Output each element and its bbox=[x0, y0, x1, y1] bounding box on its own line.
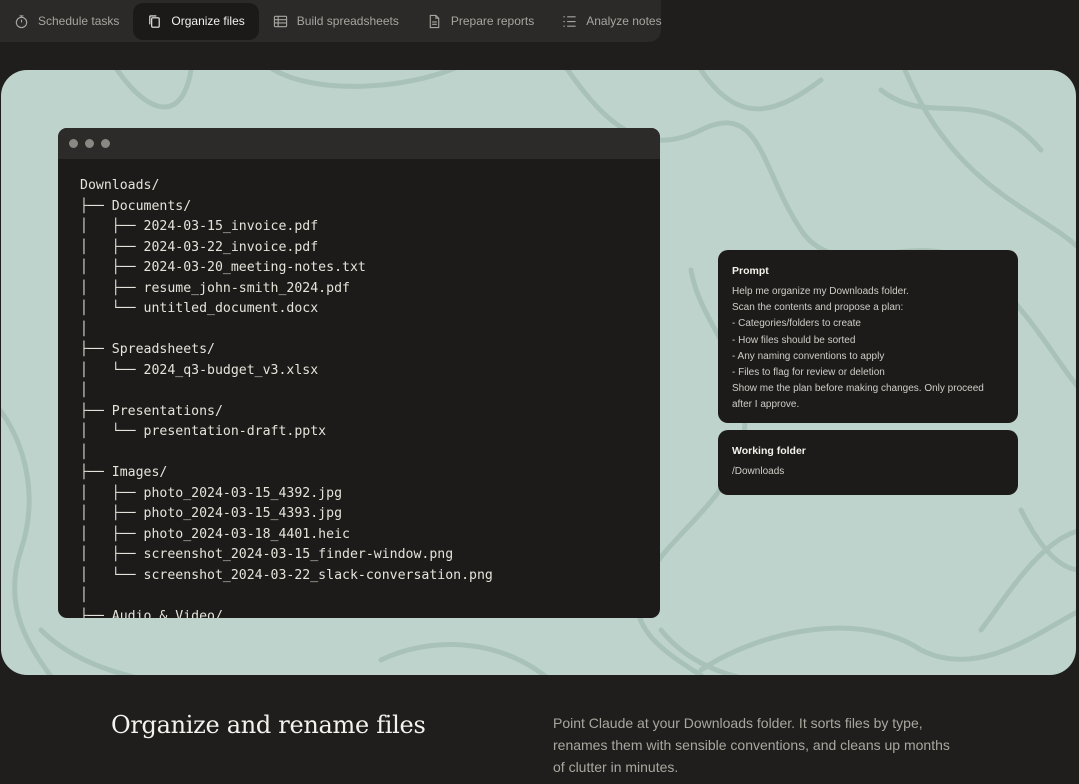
tab-build-spreadsheets[interactable]: Build spreadsheets bbox=[259, 3, 413, 40]
window-dot-icon bbox=[69, 139, 78, 148]
file-tree-line: │ └── presentation-draft.pptx bbox=[80, 424, 327, 439]
file-tree-line: │ bbox=[80, 588, 88, 603]
prompt-line: Help me organize my Downloads folder. bbox=[732, 286, 909, 297]
file-tree-line: │ └── screenshot_2024-03-22_slack-conver… bbox=[80, 567, 493, 583]
tab-label: Organize files bbox=[171, 14, 245, 28]
hero-panel: Downloads/ ├── Documents/ │ ├── 2024-03-15… bbox=[1, 70, 1076, 675]
tab-label: Prepare reports bbox=[450, 14, 535, 28]
prompt-line: - Files to flag for review or deletion bbox=[732, 367, 885, 379]
tab-prepare-reports[interactable]: Prepare reports bbox=[413, 3, 548, 40]
file-tree-line: │ ├── photo_2024-03-15_4393.jpg bbox=[80, 506, 343, 521]
file-tree-line: │ bbox=[80, 444, 88, 460]
file-tree-line: │ ├── resume_john-smith_2024.pdf bbox=[80, 280, 350, 296]
working-folder-card: Working folder /Downloads bbox=[718, 430, 1018, 495]
working-folder-title: Working folder bbox=[732, 445, 806, 457]
table-icon bbox=[273, 15, 287, 27]
file-tree-line: Downloads/ bbox=[80, 178, 160, 193]
description-line: Point Claude at your Downloads folder. I… bbox=[553, 715, 923, 731]
window-dot-icon bbox=[85, 139, 94, 148]
prompt-line: - How files should be sorted bbox=[732, 334, 856, 346]
copy-files-icon bbox=[149, 14, 161, 28]
tab-label: Analyze notes bbox=[586, 14, 662, 28]
file-tree-line: │ bbox=[80, 383, 88, 398]
file-tree-window: Downloads/ ├── Documents/ │ ├── 2024-03-15… bbox=[58, 128, 660, 618]
description-line: renames them with sensible conventions, … bbox=[553, 737, 950, 753]
file-tree-line: │ ├── 2024-03-15_invoice.pdf bbox=[80, 219, 319, 234]
prompt-line: Scan the contents and propose a plan: bbox=[732, 302, 904, 314]
file-tree-line: │ └── untitled_document.docx bbox=[80, 301, 319, 316]
prompt-line: after I approve. bbox=[732, 399, 800, 411]
window-titlebar bbox=[58, 128, 660, 159]
file-tree-line: │ bbox=[80, 321, 88, 337]
list-icon bbox=[563, 15, 576, 27]
prompt-card: Prompt Help me organize my Downloads fol… bbox=[718, 250, 1018, 423]
file-tree-line: │ ├── photo_2024-03-15_4392.jpg bbox=[80, 485, 343, 501]
prompt-line: - Categories/folders to create bbox=[732, 318, 861, 330]
tab-organize-files[interactable]: Organize files bbox=[133, 2, 259, 40]
section-title: Organize and rename files bbox=[111, 711, 426, 739]
working-folder-path: /Downloads bbox=[732, 466, 785, 477]
prompt-line: Show me the plan before making changes. … bbox=[732, 383, 984, 395]
tab-label: Schedule tasks bbox=[38, 14, 120, 28]
feature-tab-bar: Schedule tasks Organize files Build spre… bbox=[0, 0, 662, 42]
file-tree-line: │ ├── photo_2024-03-18_4401.heic bbox=[80, 526, 350, 542]
prompt-title: Prompt bbox=[732, 265, 769, 277]
file-tree-line: │ ├── 2024-03-20_meeting-notes.txt bbox=[80, 260, 366, 275]
section-description: Point Claude at your Downloads folder. I… bbox=[553, 712, 983, 778]
description-line: of clutter in minutes. bbox=[553, 759, 679, 775]
tab-schedule-tasks[interactable]: Schedule tasks bbox=[0, 3, 133, 40]
file-tree-line: │ ├── 2024-03-22_invoice.pdf bbox=[80, 239, 319, 255]
tab-label: Build spreadsheets bbox=[296, 14, 399, 28]
document-icon bbox=[429, 14, 440, 28]
file-tree-line: ├── Presentations/ bbox=[80, 403, 223, 419]
prompt-line: - Any naming conventions to apply bbox=[732, 350, 885, 362]
file-tree: Downloads/ ├── Documents/ │ ├── 2024-03-15… bbox=[80, 176, 650, 618]
file-tree-line: ├── Images/ bbox=[80, 465, 168, 480]
window-dot-icon bbox=[101, 139, 110, 148]
tab-analyze-notes[interactable]: Analyze notes bbox=[548, 3, 675, 40]
file-tree-line: │ ├── screenshot_2024-03-15_finder-windo… bbox=[80, 547, 454, 562]
file-tree-line: ├── Documents/ bbox=[80, 198, 192, 214]
timer-icon bbox=[15, 14, 28, 28]
file-tree-line: ├── Audio & Video/ bbox=[80, 608, 223, 619]
file-tree-line: │ └── 2024_q3-budget_v3.xlsx bbox=[80, 362, 319, 378]
file-tree-line: ├── Spreadsheets/ bbox=[80, 342, 215, 357]
